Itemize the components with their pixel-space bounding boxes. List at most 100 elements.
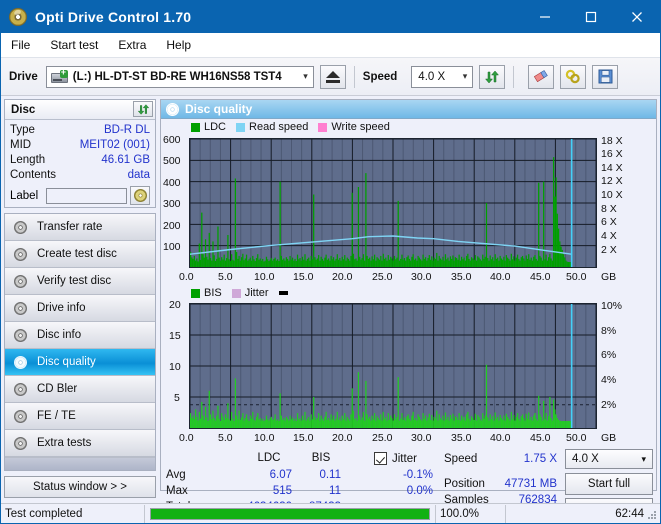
stats-max-bis: 11 xyxy=(329,485,341,497)
ldc-xtick-8: 40.0 xyxy=(490,271,511,283)
application-window: Opti Drive Control 1.70 File Start test … xyxy=(0,0,661,524)
status-window-button[interactable]: Status window > > xyxy=(4,476,156,498)
bis-xtick-9: 45.0 xyxy=(530,432,551,444)
bis-y2tick-4pct: 4% xyxy=(601,374,617,386)
sidebar-item-create-test-disc[interactable]: Create test disc xyxy=(5,241,155,268)
disc-row-value: data xyxy=(127,169,150,181)
disc-panel-title: Disc xyxy=(11,103,36,116)
sidebar-item-disc-info[interactable]: Disc info xyxy=(5,322,155,349)
test-speed-value: 4.0 X xyxy=(572,453,599,465)
drive-icon xyxy=(50,67,68,84)
sidebar-item-label: Transfer rate xyxy=(37,221,103,233)
sidebar-item-transfer-rate[interactable]: Transfer rate xyxy=(5,214,155,241)
stats-header-ldc: LDC xyxy=(257,452,281,464)
speed-select[interactable]: 4.0 X ▾ xyxy=(411,65,474,88)
ldc-y2tick-12x: 12 X xyxy=(601,175,623,187)
disc-icon xyxy=(13,436,30,451)
resize-grip-icon[interactable] xyxy=(647,510,657,520)
disc-icon xyxy=(13,220,30,235)
left-sidebar: Disc Type BD-R DL MID MEIT02 (001) Lengt… xyxy=(1,96,159,498)
disc-row-key: Type xyxy=(10,124,35,136)
sidebar-item-disc-quality[interactable]: Disc quality xyxy=(5,349,155,376)
position-row-value: 47731 MB xyxy=(504,478,557,490)
ldc-legend: LDC Read speed Write speed xyxy=(191,121,400,133)
toolbar: Drive (L:) HL-DT-ST BD-RE WH16NS58 TST4 … xyxy=(1,58,660,96)
disc-refresh-button[interactable] xyxy=(133,101,153,117)
eraser-icon xyxy=(533,70,548,83)
ldc-y2tick-2x: 2 X xyxy=(601,244,617,256)
menu-file[interactable]: File xyxy=(11,38,30,52)
ldc-ytick-100: 100 xyxy=(163,241,181,253)
stats-row-label-max: Max xyxy=(166,485,188,497)
bis-xtick-3: 15.0 xyxy=(293,432,314,444)
position-row-label: Position xyxy=(444,478,485,490)
start-full-button[interactable]: Start full xyxy=(565,473,653,495)
bis-plot xyxy=(189,303,597,429)
ldc-plot xyxy=(189,138,597,268)
status-message: Test completed xyxy=(1,504,145,523)
bis-y2tick-8pct: 8% xyxy=(601,325,617,337)
save-button[interactable] xyxy=(592,64,619,89)
bis-xtick-10: 50.0 xyxy=(566,432,587,444)
bis-xtick-8: 40.0 xyxy=(490,432,511,444)
test-speed-select[interactable]: 4.0 X ▾ xyxy=(565,449,653,469)
ldc-ytick-200: 200 xyxy=(163,220,181,232)
menu-help[interactable]: Help xyxy=(166,38,191,52)
close-icon[interactable] xyxy=(614,1,660,33)
disc-label-button[interactable] xyxy=(130,186,150,205)
menu-bar: File Start test Extra Help xyxy=(1,33,660,58)
legend-item-bis: BIS xyxy=(191,287,222,299)
charts-area: LDC Read speed Write speed 600 500 400 3… xyxy=(161,119,656,520)
ldc-xaxis-unit: GB xyxy=(601,271,617,283)
elapsed-time: 62:44 xyxy=(505,504,660,523)
speed-row-value: 1.75 X xyxy=(523,453,557,465)
refresh-icon xyxy=(137,103,149,115)
sidebar-item-label: Create test disc xyxy=(37,248,117,260)
disc-row-value: 46.61 GB xyxy=(101,154,150,166)
bis-legend: BIS Jitter xyxy=(191,287,292,299)
eject-button[interactable] xyxy=(319,64,346,89)
sidebar-item-drive-info[interactable]: Drive info xyxy=(5,295,155,322)
link-button[interactable] xyxy=(560,64,587,89)
chevron-down-icon: ▾ xyxy=(641,453,646,464)
maximize-icon[interactable] xyxy=(568,1,614,33)
refresh-button[interactable] xyxy=(479,64,506,89)
disc-panel: Disc Type BD-R DL MID MEIT02 (001) Lengt… xyxy=(4,99,156,208)
disc-icon xyxy=(13,247,30,262)
stats-max-ldc: 515 xyxy=(272,485,292,497)
bis-xtick-0: 0.0 xyxy=(179,432,194,444)
legend-swatch-black-icon xyxy=(278,291,288,295)
legend-swatch-icon xyxy=(191,288,200,298)
drive-label: Drive xyxy=(9,70,38,83)
sidebar-item-label: FE / TE xyxy=(37,410,76,422)
legend-item-read-speed: Read speed xyxy=(236,121,308,133)
sidebar-item-label: Extra tests xyxy=(37,437,92,449)
legend-label: Read speed xyxy=(249,121,309,133)
minimize-icon[interactable] xyxy=(522,1,568,33)
drive-select[interactable]: (L:) HL-DT-ST BD-RE WH16NS58 TST4 ▾ xyxy=(45,65,314,88)
disc-icon xyxy=(13,382,30,397)
progress-percent: 100.0% xyxy=(435,504,505,523)
chevron-down-icon: ▾ xyxy=(303,71,308,81)
erase-button[interactable] xyxy=(528,64,555,89)
bis-xtick-4: 20.0 xyxy=(332,432,353,444)
sidebar-item-verify-test-disc[interactable]: Verify test disc xyxy=(5,268,155,295)
legend-swatch-icon xyxy=(236,122,246,132)
menu-start-test[interactable]: Start test xyxy=(50,38,98,52)
menu-extra[interactable]: Extra xyxy=(118,38,146,52)
legend-label: LDC xyxy=(204,121,227,133)
chain-link-icon xyxy=(566,69,580,84)
ldc-xtick-10: 50.0 xyxy=(566,271,587,283)
sidebar-item-cd-bler[interactable]: CD Bler xyxy=(5,376,155,403)
chevron-down-icon: ▾ xyxy=(462,71,468,81)
bis-y2tick-2pct: 2% xyxy=(601,399,617,411)
stats-area: LDC BIS Avg 6.07 0.11 Max 515 11 Total 4… xyxy=(161,449,656,520)
floppy-save-icon xyxy=(598,69,613,84)
ldc-xtick-3: 15.0 xyxy=(293,271,314,283)
sidebar-item-fe-te[interactable]: FE / TE xyxy=(5,403,155,430)
nav-filler xyxy=(5,457,155,470)
disc-label-input[interactable] xyxy=(46,187,127,204)
sidebar-item-extra-tests[interactable]: Extra tests xyxy=(5,430,155,457)
jitter-checkbox[interactable] xyxy=(374,452,387,465)
title-bar: Opti Drive Control 1.70 xyxy=(1,1,660,33)
